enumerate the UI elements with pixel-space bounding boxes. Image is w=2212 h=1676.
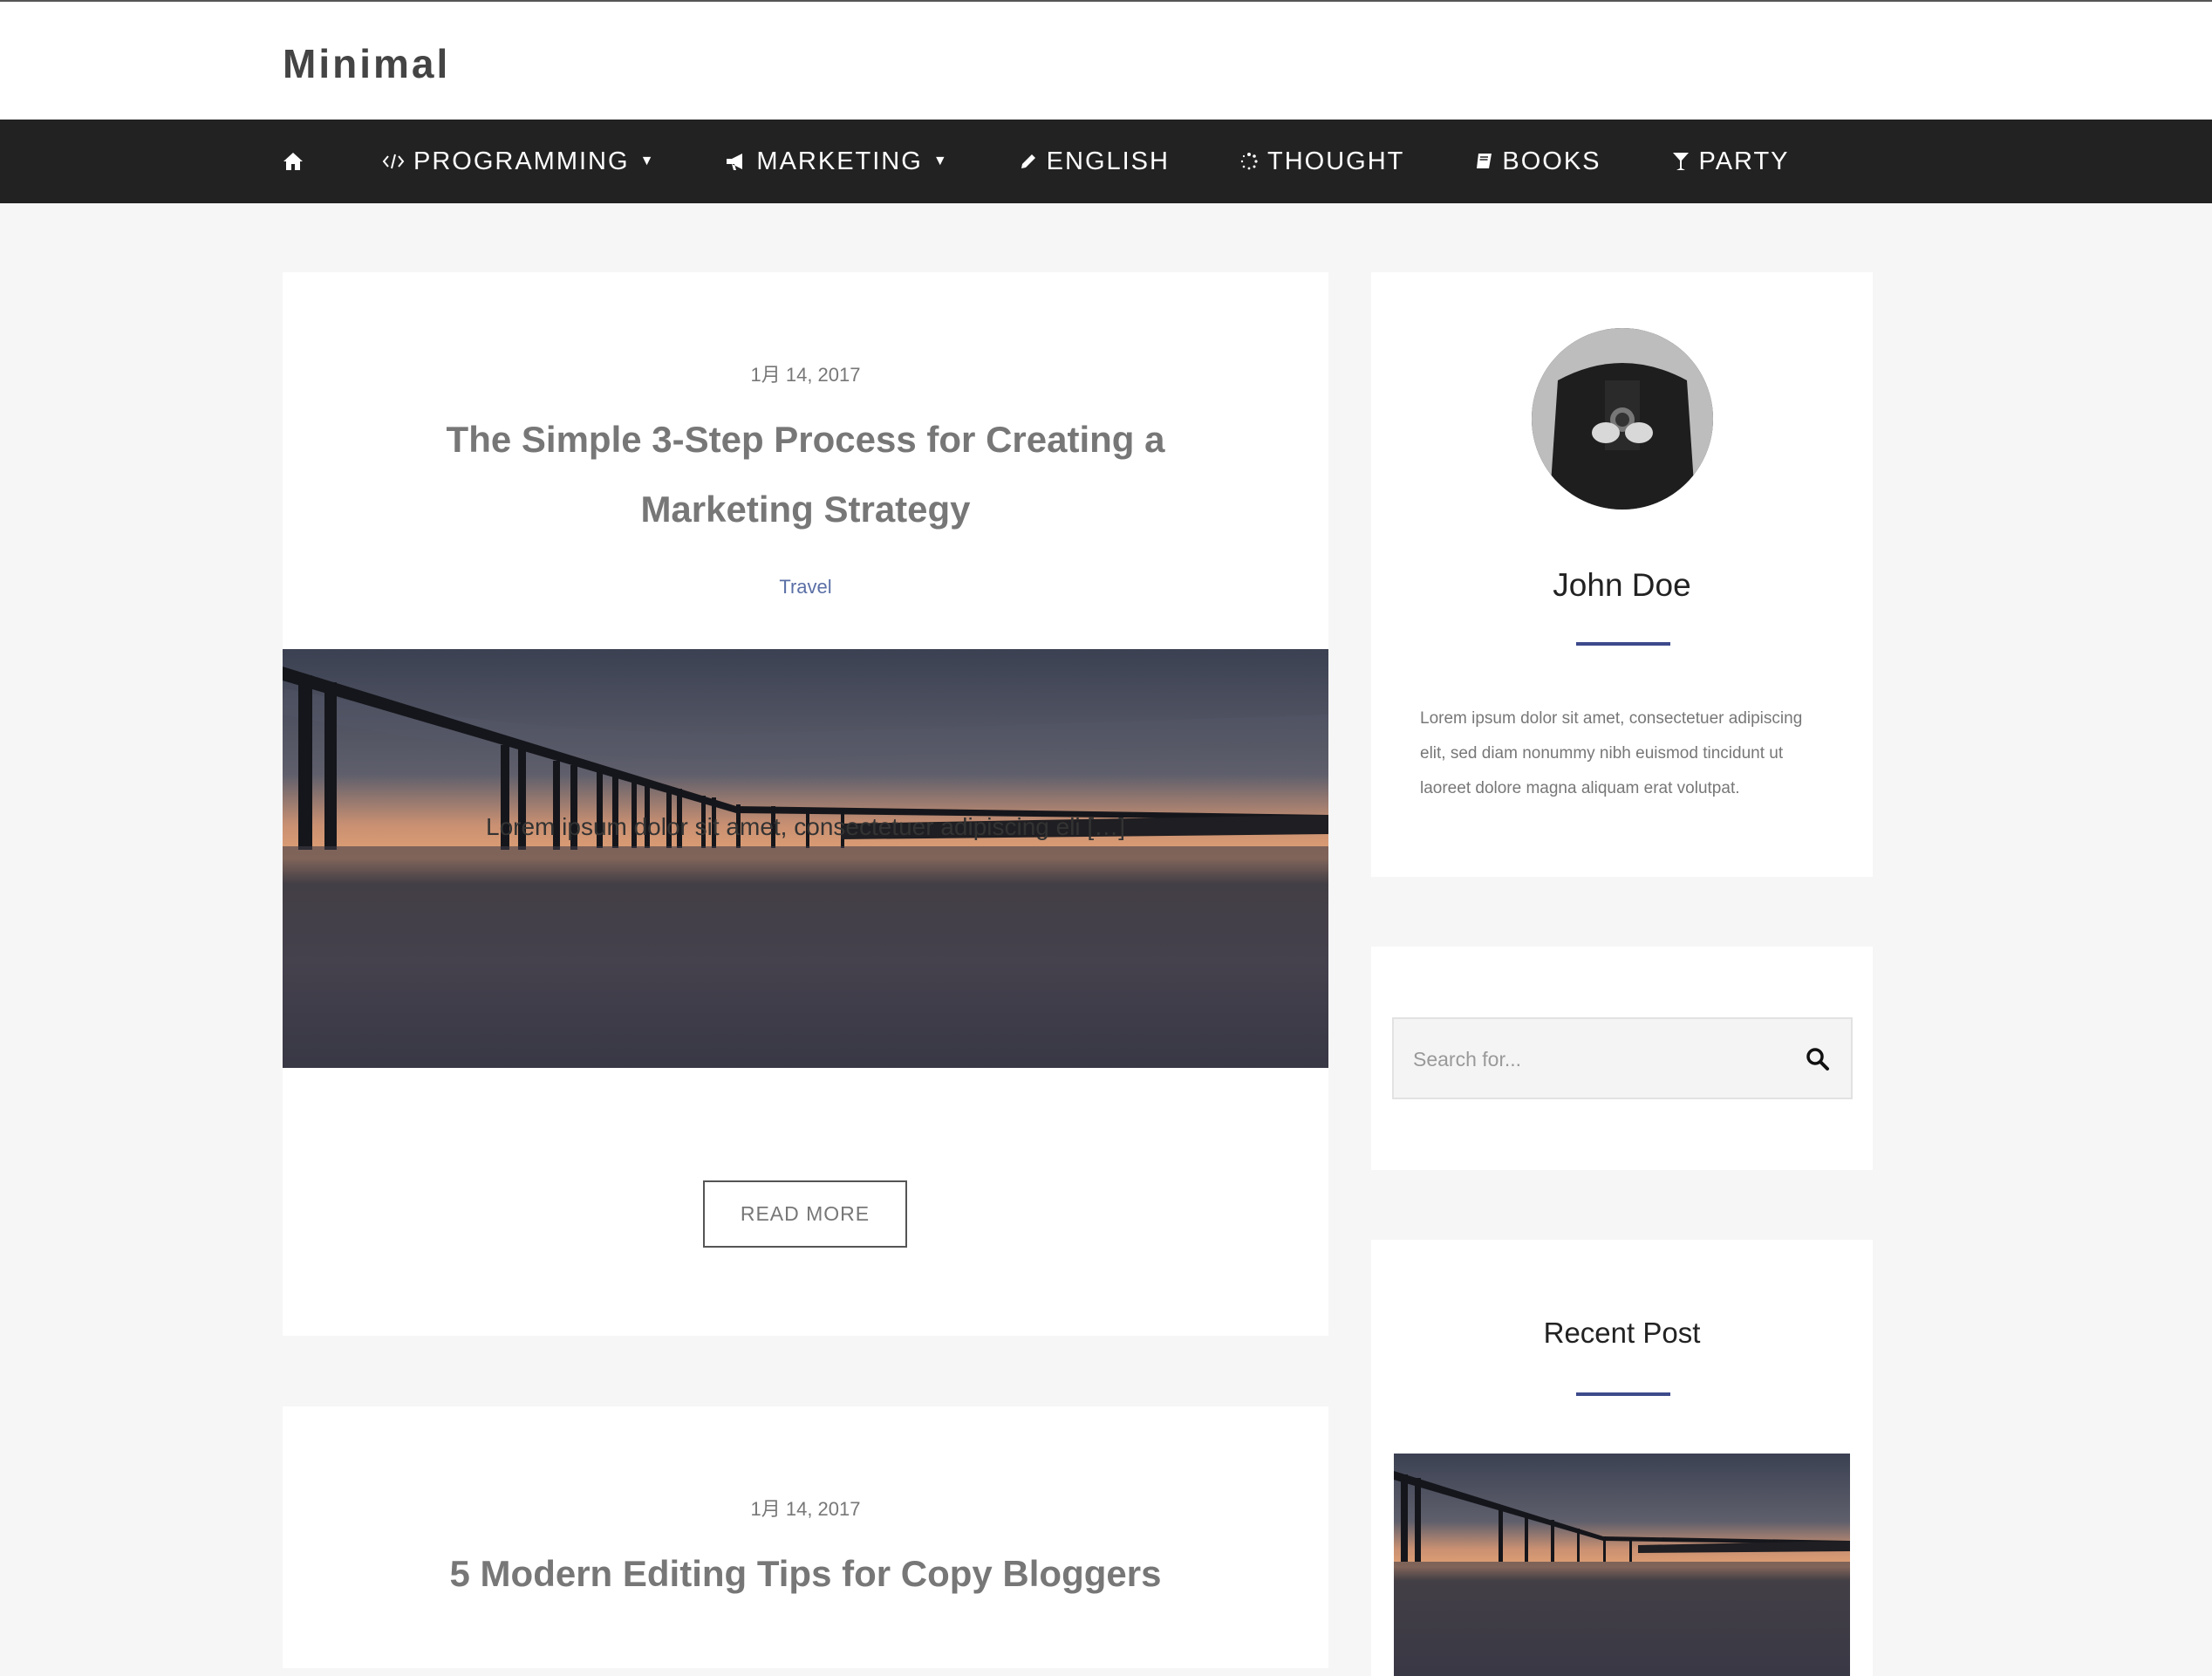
post-date: 1月 14, 2017	[750, 364, 861, 386]
divider	[1576, 642, 1670, 646]
post-date: 1月 14, 2017	[750, 1498, 861, 1520]
nav-home[interactable]	[283, 152, 312, 171]
post-featured-image[interactable]	[283, 649, 1328, 1068]
profile-bio: Lorem ipsum dolor sit amet, consectetuer…	[1420, 709, 1803, 797]
post-excerpt: Lorem ipsum dolor sit amet, consectetuer…	[486, 813, 1125, 840]
site-title[interactable]: Minimal	[283, 40, 450, 87]
search-icon[interactable]	[1806, 1047, 1830, 1071]
nav-label-english: ENGLISH	[1046, 147, 1170, 175]
post-title[interactable]: The Simple 3-Step Process for Creating a…	[361, 405, 1250, 544]
profile-widget: John Doe Lorem ipsum dolor sit amet, con…	[1371, 272, 1873, 877]
bullhorn-icon	[725, 152, 748, 171]
cocktail-icon	[1671, 151, 1690, 172]
post-card: 1月 14, 2017 The Simple 3-Step Process fo…	[283, 272, 1328, 1336]
nav-item-marketing[interactable]: MARKETING ▼	[725, 147, 948, 176]
nav-label-marketing: MARKETING	[756, 147, 923, 175]
search-box	[1392, 1017, 1853, 1099]
nav-label-books: BOOKS	[1502, 147, 1601, 175]
spinner-icon	[1239, 152, 1259, 171]
book-icon	[1474, 152, 1493, 171]
post-title[interactable]: 5 Modern Editing Tips for Copy Bloggers	[361, 1539, 1250, 1609]
main-nav: PROGRAMMING ▼ MARKETING ▼ ENGLISH THOUGH…	[0, 120, 2212, 203]
avatar	[1532, 328, 1713, 510]
nav-item-programming[interactable]: PROGRAMMING ▼	[382, 147, 655, 176]
read-more-button[interactable]: READ MORE	[703, 1180, 907, 1248]
recent-post-thumbnail[interactable]	[1394, 1454, 1850, 1676]
chevron-down-icon: ▼	[639, 154, 656, 168]
nav-label-thought: THOUGHT	[1266, 147, 1405, 175]
pencil-icon	[1019, 152, 1038, 171]
search-widget	[1371, 947, 1873, 1170]
divider	[1576, 1392, 1670, 1396]
nav-item-english[interactable]: ENGLISH	[1019, 147, 1170, 176]
nav-item-party[interactable]: PARTY	[1671, 147, 1790, 176]
site-header: Minimal	[0, 2, 2212, 120]
nav-item-books[interactable]: BOOKS	[1474, 147, 1601, 176]
home-icon	[283, 152, 304, 171]
nav-label-programming: PROGRAMMING	[413, 147, 630, 175]
post-card: 1月 14, 2017 5 Modern Editing Tips for Co…	[283, 1406, 1328, 1668]
recent-post-widget: Recent Post	[1371, 1240, 1873, 1676]
nav-label-party: PARTY	[1698, 147, 1790, 175]
post-category[interactable]: Travel	[283, 576, 1328, 599]
nav-item-thought[interactable]: THOUGHT	[1239, 147, 1404, 176]
profile-name: John Doe	[1553, 567, 1691, 603]
search-input[interactable]	[1411, 1019, 1781, 1099]
chevron-down-icon: ▼	[932, 154, 949, 168]
recent-post-title: Recent Post	[1543, 1317, 1701, 1349]
code-icon	[382, 153, 405, 170]
